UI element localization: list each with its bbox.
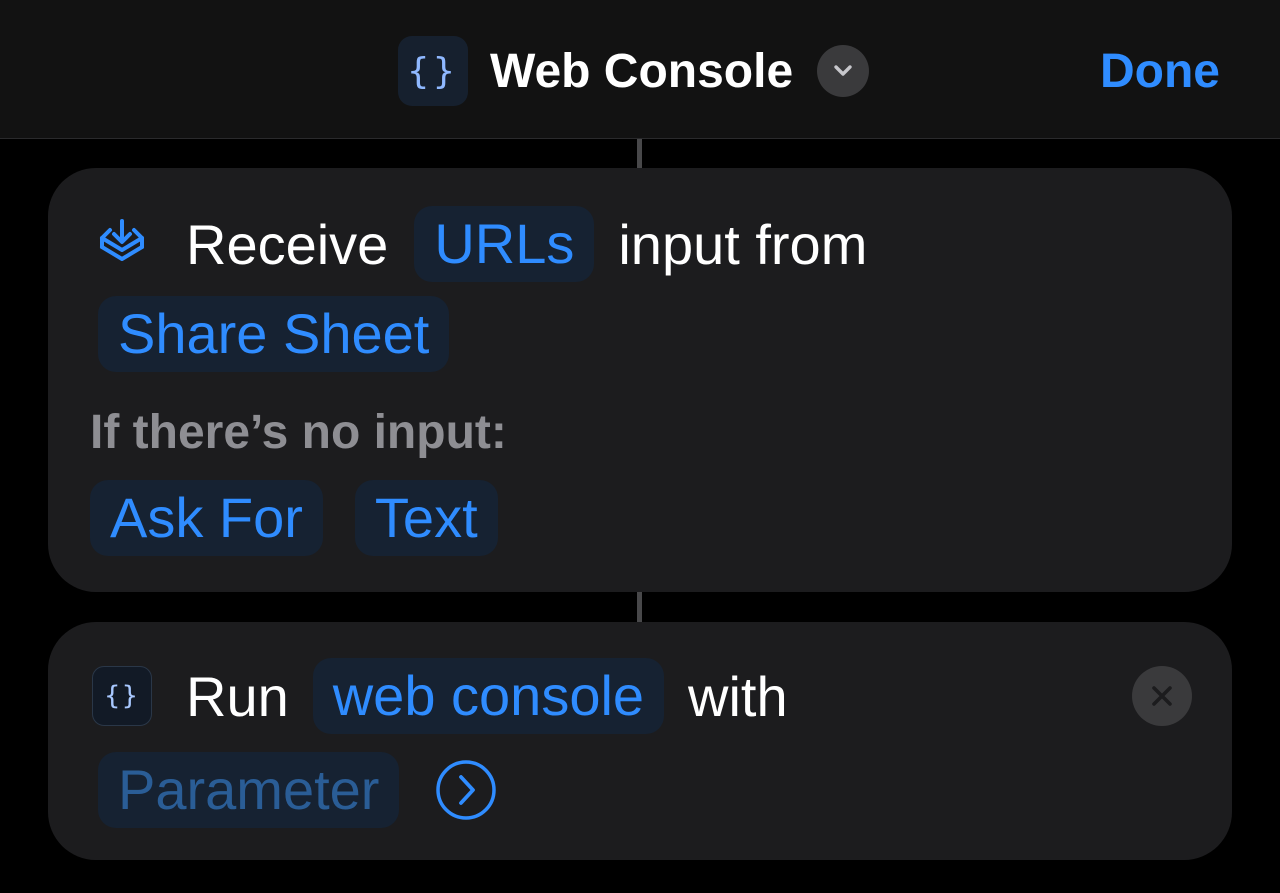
input-from-label: input from xyxy=(618,212,868,276)
curly-braces-icon: {} xyxy=(92,666,152,726)
receive-input-action[interactable]: Receive URLs input from Share Sheet If t… xyxy=(48,168,1232,592)
run-label: Run xyxy=(186,664,289,728)
receive-label: Receive xyxy=(186,212,389,276)
shortcut-title[interactable]: Web Console xyxy=(490,44,793,99)
shortcut-title-menu[interactable]: {} Web Console xyxy=(398,36,870,106)
input-type-token[interactable]: URLs xyxy=(414,206,595,282)
done-button[interactable]: Done xyxy=(1100,44,1220,99)
fallback-label: If there’s no input: xyxy=(90,405,507,459)
navigation-bar: {} Web Console Done xyxy=(0,0,1280,139)
close-icon[interactable] xyxy=(1132,666,1192,726)
curly-braces-icon: {} xyxy=(398,36,468,106)
shortcut-token[interactable]: web console xyxy=(312,658,665,734)
fallback-action-token[interactable]: Ask For xyxy=(90,480,323,556)
tray-download-icon xyxy=(100,219,144,261)
action-connector xyxy=(637,139,642,168)
input-source-token[interactable]: Share Sheet xyxy=(98,296,450,372)
action-connector xyxy=(637,592,642,622)
chevron-down-icon[interactable] xyxy=(817,45,870,97)
chevron-right-circle-icon[interactable] xyxy=(435,759,497,821)
parameter-token[interactable]: Parameter xyxy=(98,752,400,828)
with-label: with xyxy=(688,664,788,728)
run-shortcut-action[interactable]: {} Run web console with Parameter xyxy=(48,622,1232,860)
fallback-type-token[interactable]: Text xyxy=(354,480,498,556)
